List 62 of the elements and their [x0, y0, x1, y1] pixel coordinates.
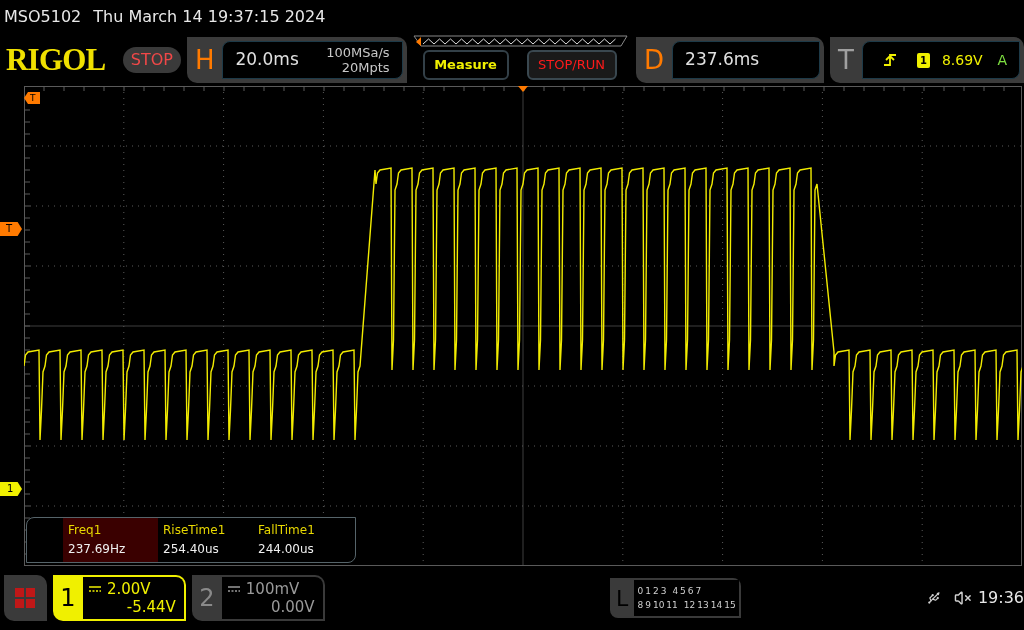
measurement-item[interactable]: FallTime1 244.00us	[253, 518, 348, 562]
channel-marker: 1	[0, 482, 22, 496]
dc-coupling-icon	[88, 586, 101, 592]
trigger-mode: A	[997, 50, 1007, 70]
run-state-label: STOP	[122, 47, 181, 73]
measurement-item[interactable]: RiseTime1 254.40us	[158, 518, 253, 562]
logic-channel-label: 0	[637, 585, 644, 598]
logic-channel-label: 15	[724, 599, 736, 612]
logic-channel-label: 10	[652, 599, 665, 612]
model-name: MSO5102	[4, 6, 82, 28]
channel-offset: 0.00V	[270, 598, 315, 616]
logic-channel-label: 5	[680, 585, 686, 598]
measurement-value: 237.69Hz	[68, 541, 127, 558]
speaker-muted-icon	[954, 589, 972, 607]
trigger-source-label: 1	[916, 52, 930, 68]
logic-channel-label: 4	[672, 585, 679, 598]
channel-scale: 100mV	[245, 580, 300, 598]
delay-letter: D	[644, 43, 665, 77]
stop-run-button[interactable]: STOP/RUN	[526, 50, 617, 80]
delay-value: 237.6ms	[685, 48, 760, 72]
trigger-position-icon	[518, 86, 528, 93]
usb-icon	[926, 590, 941, 606]
logic-channel-label: 13	[697, 599, 709, 612]
logic-channel-label: 8	[637, 599, 644, 612]
measure-button[interactable]: Measure	[422, 50, 509, 80]
logic-channel-label: 1	[645, 585, 651, 598]
timebase-value: 20.0ms	[235, 48, 299, 72]
clock: 19:36	[977, 587, 1024, 609]
logic-channel-label: 7	[695, 585, 702, 598]
channel-panel[interactable]: 2 100mV 0.00V	[191, 575, 325, 621]
horizontal-letter: H	[194, 43, 215, 77]
measurement-name: RiseTime1	[163, 522, 227, 539]
time-marker: T	[24, 92, 40, 104]
grid-icon	[15, 588, 36, 608]
dc-coupling-icon	[227, 586, 240, 592]
logic-channel-label: 12	[683, 599, 696, 612]
measurement-item[interactable]: Freq1 237.69Hz	[63, 518, 158, 562]
logic-channel-label: 14	[710, 599, 723, 612]
measurement-value: 244.00us	[258, 541, 315, 558]
memory-depth: 20Mpts	[341, 60, 390, 75]
channel-number: 2	[198, 583, 216, 614]
menu-button[interactable]	[4, 575, 47, 621]
channel-number: 1	[59, 583, 77, 614]
rising-edge-icon	[882, 53, 897, 67]
channel-panel[interactable]: 1 2.00V -5.44V	[52, 575, 186, 621]
channel-offset: -5.44V	[126, 598, 176, 616]
sample-rate: 100MSa/s	[326, 45, 390, 60]
measurement-name: FallTime1	[258, 522, 316, 539]
logo: RIGOL	[6, 40, 107, 79]
date-time: Thu March 14 19:37:15 2024	[93, 6, 326, 28]
trigger-level: 8.69V	[941, 50, 983, 70]
measurement-value: 254.40us	[163, 541, 220, 558]
logic-channel-label: 2	[652, 585, 659, 598]
logic-channel-label: 3	[660, 585, 667, 598]
trigger-letter: T	[838, 43, 854, 77]
logic-channel-label: 11	[666, 599, 678, 612]
trigger-level-marker: T	[0, 222, 22, 236]
logic-channel-label: 6	[687, 585, 694, 598]
logic-letter: L	[614, 584, 630, 613]
measurement-name: Freq1	[68, 522, 103, 539]
logic-channel-label: 9	[645, 599, 651, 612]
channel-scale: 2.00V	[106, 580, 151, 598]
